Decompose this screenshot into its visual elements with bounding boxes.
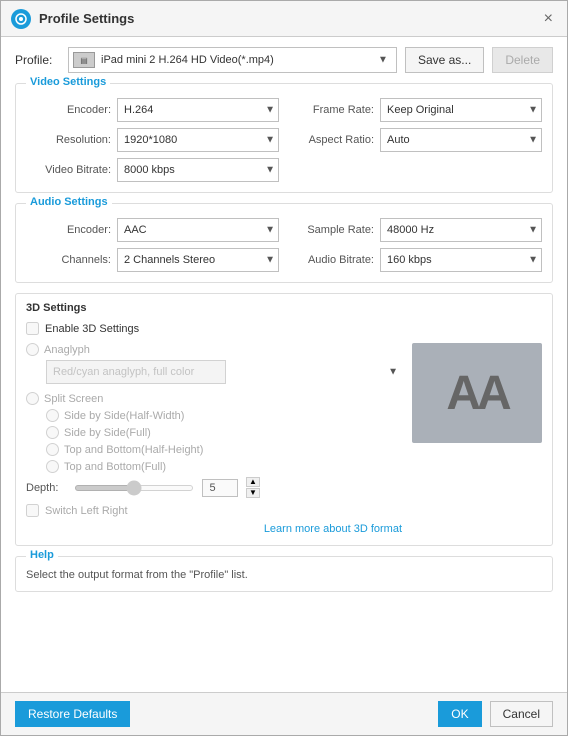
audio-bitrate-select[interactable]: 160 kbps: [380, 248, 542, 272]
help-section: Help Select the output format from the "…: [15, 556, 553, 592]
framerate-select[interactable]: Keep Original: [380, 98, 542, 122]
audio-bitrate-row: Audio Bitrate: 160 kbps ▼: [289, 248, 542, 272]
sample-rate-select[interactable]: 48000 Hz: [380, 218, 542, 242]
side-full-label: Side by Side(Full): [64, 427, 151, 439]
audio-encoder-select[interactable]: AAC: [117, 218, 279, 242]
title-bar-left: Profile Settings: [11, 9, 134, 29]
encoder-select[interactable]: H.264: [117, 98, 279, 122]
help-text: Select the output format from the "Profi…: [26, 569, 542, 581]
dialog-title: Profile Settings: [39, 11, 134, 26]
cancel-button[interactable]: Cancel: [490, 701, 553, 727]
depth-down-button[interactable]: ▼: [246, 488, 260, 498]
aa-preview: AA: [412, 343, 542, 443]
app-icon: [11, 9, 31, 29]
video-settings-section: Video Settings Encoder: H.264 ▼: [15, 83, 553, 193]
enable-3d-label: Enable 3D Settings: [45, 323, 139, 335]
profile-settings-dialog: Profile Settings × Profile: ▤ iPad mini …: [0, 0, 568, 736]
anaglyph-label: Anaglyph: [44, 344, 90, 356]
help-title: Help: [26, 549, 58, 561]
delete-button[interactable]: Delete: [492, 47, 553, 73]
aa-preview-text: AA: [446, 366, 507, 421]
learn-more-link[interactable]: Learn more about 3D format: [264, 523, 402, 535]
encoder-label: Encoder:: [26, 104, 111, 116]
video-bitrate-label: Video Bitrate:: [26, 164, 111, 176]
profile-label: Profile:: [15, 53, 60, 67]
enable-3d-row: Enable 3D Settings: [26, 322, 542, 335]
top-half-option: Top and Bottom(Half-Height): [46, 443, 402, 456]
ok-button[interactable]: OK: [438, 701, 481, 727]
channels-label: Channels:: [26, 254, 111, 266]
video-bitrate-select[interactable]: 8000 kbps: [117, 158, 279, 182]
switch-lr-checkbox[interactable]: [26, 504, 39, 517]
aspect-ratio-row: Aspect Ratio: Auto ▼: [289, 128, 542, 152]
anaglyph-radio[interactable]: [26, 343, 39, 356]
split-screen-option: Split Screen: [26, 392, 402, 405]
depth-slider[interactable]: [74, 485, 194, 491]
anaglyph-type-select[interactable]: Red/cyan anaglyph, full color: [46, 360, 226, 384]
audio-encoder-row: Encoder: AAC ▼: [26, 218, 279, 242]
enable-3d-checkbox[interactable]: [26, 322, 39, 335]
3d-body: Anaglyph Red/cyan anaglyph, full color ▼…: [26, 343, 542, 535]
split-screen-radio[interactable]: [26, 392, 39, 405]
depth-label: Depth:: [26, 482, 66, 494]
anaglyph-select-arrow: ▼: [388, 367, 398, 378]
video-bitrate-row: Video Bitrate: 8000 kbps ▼: [26, 158, 279, 182]
top-half-label: Top and Bottom(Half-Height): [64, 444, 203, 456]
profile-select[interactable]: iPad mini 2 H.264 HD Video(*.mp4): [99, 49, 392, 71]
profile-row: Profile: ▤ iPad mini 2 H.264 HD Video(*.…: [15, 47, 553, 73]
close-button[interactable]: ×: [540, 11, 557, 27]
side-half-label: Side by Side(Half-Width): [64, 410, 184, 422]
side-full-option: Side by Side(Full): [46, 426, 402, 439]
top-half-radio[interactable]: [46, 443, 59, 456]
audio-settings-section: Audio Settings Encoder: AAC ▼: [15, 203, 553, 283]
resolution-row: Resolution: 1920*1080 ▼: [26, 128, 279, 152]
footer: Restore Defaults OK Cancel: [1, 692, 567, 735]
dialog-content: Profile: ▤ iPad mini 2 H.264 HD Video(*.…: [1, 37, 567, 692]
depth-spinner[interactable]: [202, 479, 238, 497]
audio-encoder-label: Encoder:: [26, 224, 111, 236]
restore-defaults-button[interactable]: Restore Defaults: [15, 701, 130, 727]
sample-rate-label: Sample Rate:: [289, 224, 374, 236]
anaglyph-select-wrap: Red/cyan anaglyph, full color ▼: [46, 360, 402, 384]
top-full-option: Top and Bottom(Full): [46, 460, 402, 473]
split-sub-options: Side by Side(Half-Width) Side by Side(Fu…: [46, 409, 402, 473]
encoder-row: Encoder: H.264 ▼: [26, 98, 279, 122]
side-half-radio[interactable]: [46, 409, 59, 422]
side-full-radio[interactable]: [46, 426, 59, 439]
sample-rate-row: Sample Rate: 48000 Hz ▼: [289, 218, 542, 242]
save-as-button[interactable]: Save as...: [405, 47, 484, 73]
aspect-ratio-select[interactable]: Auto: [380, 128, 542, 152]
resolution-label: Resolution:: [26, 134, 111, 146]
profile-icon-mini: ▤: [73, 52, 95, 68]
channels-row: Channels: 2 Channels Stereo ▼: [26, 248, 279, 272]
audio-bitrate-label: Audio Bitrate:: [289, 254, 374, 266]
framerate-label: Frame Rate:: [289, 104, 374, 116]
video-settings-grid: Encoder: H.264 ▼ Frame Rate:: [26, 98, 542, 182]
footer-right: OK Cancel: [438, 701, 553, 727]
anaglyph-option: Anaglyph: [26, 343, 402, 356]
top-full-label: Top and Bottom(Full): [64, 461, 166, 473]
learn-more-row: Learn more about 3D format: [26, 521, 402, 535]
switch-lr-label: Switch Left Right: [45, 505, 128, 517]
3d-settings-title: 3D Settings: [26, 302, 542, 314]
video-settings-title: Video Settings: [26, 76, 110, 88]
depth-up-button[interactable]: ▲: [246, 477, 260, 487]
top-full-radio[interactable]: [46, 460, 59, 473]
resolution-select[interactable]: 1920*1080: [117, 128, 279, 152]
audio-settings-title: Audio Settings: [26, 196, 112, 208]
3d-right: AA: [412, 343, 542, 535]
channels-select[interactable]: 2 Channels Stereo: [117, 248, 279, 272]
3d-left: Anaglyph Red/cyan anaglyph, full color ▼…: [26, 343, 402, 535]
title-bar: Profile Settings ×: [1, 1, 567, 37]
side-half-option: Side by Side(Half-Width): [46, 409, 402, 422]
3d-settings-section: 3D Settings Enable 3D Settings Anaglyph …: [15, 293, 553, 546]
depth-row: Depth: ▲ ▼: [26, 477, 402, 498]
audio-settings-grid: Encoder: AAC ▼ Sample Rate:: [26, 218, 542, 272]
framerate-row: Frame Rate: Keep Original ▼: [289, 98, 542, 122]
split-screen-label: Split Screen: [44, 393, 103, 405]
switch-row: Switch Left Right: [26, 504, 402, 517]
aspect-ratio-label: Aspect Ratio:: [289, 134, 374, 146]
